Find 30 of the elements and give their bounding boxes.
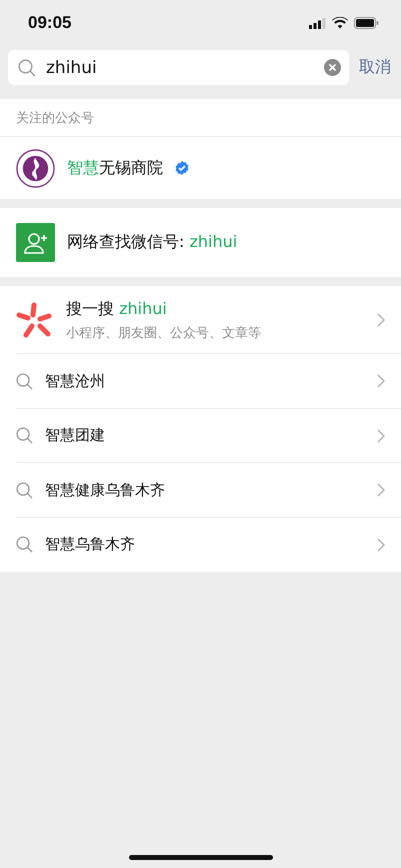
search-one-title[interactable]: 搜一搜 zhihui [66,298,365,320]
clear-icon[interactable] [324,59,341,76]
search-input[interactable]: zhihui [44,56,316,78]
section-header: 关注的公众号 [16,110,94,126]
signal-icon [309,18,326,28]
battery-icon [354,17,379,29]
chevron-icon [377,374,385,388]
sparkle-icon [16,301,54,339]
suggestion-item[interactable]: 智慧沧州 [45,372,365,391]
network-lookup-link[interactable]: 网络查找微信号: zhihui [67,232,238,253]
add-contact-icon [16,223,55,262]
chevron-icon [377,428,385,443]
suggestion-item[interactable]: 智慧健康乌鲁木齐 [45,480,365,500]
search-icon [16,482,33,499]
cancel-button[interactable]: 取消 [359,57,391,78]
suggestion-item[interactable]: 智慧团建 [45,426,365,446]
search-icon [16,536,33,554]
search-one-subtitle: 小程序、朋友圈、公众号、文章等 [66,324,262,342]
chevron-icon [377,313,385,327]
chevron-icon [377,483,385,498]
status-time: 09:05 [28,13,72,33]
account-avatar [16,148,55,188]
search-field[interactable]: zhihui [8,50,349,85]
search-icon [16,372,33,390]
search-icon [16,427,33,444]
wifi-icon [332,17,348,29]
account-name[interactable]: 智慧无锡商院 [67,158,163,178]
search-icon [18,58,36,76]
chevron-icon [377,538,385,552]
suggestion-item[interactable]: 智慧乌鲁木齐 [45,535,365,554]
